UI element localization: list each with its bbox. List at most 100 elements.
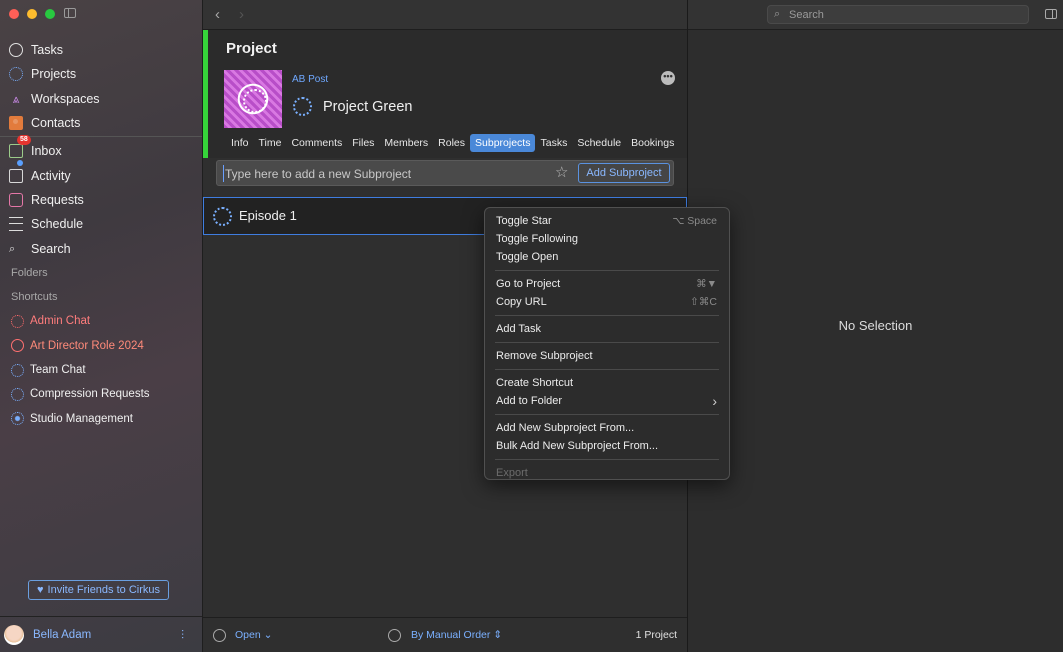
user-bar: Bella Adam ⫶ xyxy=(0,616,202,652)
page-title: Project xyxy=(226,40,277,57)
menu-item-add-new-subproject-from[interactable]: Add New Subproject From... xyxy=(485,419,729,437)
filter-icon[interactable] xyxy=(213,629,226,642)
minimize-window-button[interactable] xyxy=(27,9,37,19)
menu-item-toggle-star[interactable]: Toggle Star ⌥ Space xyxy=(485,212,729,230)
search-input[interactable] xyxy=(789,7,1019,22)
search-box: ⌕ xyxy=(767,5,1029,24)
tab-roles[interactable]: Roles xyxy=(433,134,470,152)
circle-icon xyxy=(11,339,24,353)
status-filter-dropdown[interactable]: Open ⌄ xyxy=(235,629,272,641)
sidebar-item-projects[interactable]: Projects xyxy=(0,62,202,86)
menu-item-go-to-project[interactable]: Go to Project ⌘▼ xyxy=(485,275,729,293)
shortcut-compression-requests[interactable]: Compression Requests xyxy=(0,382,202,406)
shortcut-admin-chat[interactable]: Admin Chat xyxy=(0,309,202,333)
menu-item-label: Toggle Following xyxy=(496,233,578,245)
menu-item-copy-url[interactable]: Copy URL ⇧⌘C xyxy=(485,293,729,311)
tab-tasks[interactable]: Tasks xyxy=(535,134,572,152)
sort-dropdown[interactable]: By Manual Order ⇕ xyxy=(411,629,502,641)
tab-bookings[interactable]: Bookings xyxy=(626,134,679,152)
star-icon[interactable]: ☆ xyxy=(555,165,568,181)
inspector-toggle-icon[interactable] xyxy=(1045,9,1057,19)
menu-item-bulk-add-subproject-from[interactable]: Bulk Add New Subproject From... xyxy=(485,437,729,455)
invite-friends-button[interactable]: ♥ Invite Friends to Cirkus xyxy=(28,580,169,600)
shortcut-label: Admin Chat xyxy=(30,315,91,328)
sidebar-item-label: Projects xyxy=(31,67,77,82)
sliders-icon[interactable]: ⫶ xyxy=(181,629,193,641)
sidebar-item-contacts[interactable]: Contacts xyxy=(0,111,202,135)
sidebar-toggle-icon[interactable] xyxy=(64,8,76,18)
sidebar-item-label: Schedule xyxy=(31,217,84,232)
menu-item-create-shortcut[interactable]: Create Shortcut xyxy=(485,374,729,392)
sidebar: Tasks Projects ⩓ Workspaces Contacts 58 … xyxy=(0,0,203,652)
menu-item-export: Export xyxy=(485,464,729,482)
search-icon: ⌕ xyxy=(774,8,781,20)
tab-files[interactable]: Files xyxy=(347,134,379,152)
user-name[interactable]: Bella Adam xyxy=(33,629,91,641)
menu-divider xyxy=(495,459,719,460)
menu-item-add-task[interactable]: Add Task xyxy=(485,320,729,338)
search-icon: ⌕ xyxy=(9,242,16,255)
dotted-circle-icon[interactable] xyxy=(293,97,312,116)
menu-item-label: Add New Subproject From... xyxy=(496,422,635,434)
shortcut-team-chat[interactable]: Team Chat xyxy=(0,358,202,382)
shortcut-art-director-role[interactable]: Art Director Role 2024 xyxy=(0,334,202,358)
sidebar-nav: Tasks Projects ⩓ Workspaces Contacts 58 … xyxy=(0,38,202,431)
sidebar-item-tasks[interactable]: Tasks xyxy=(0,38,202,62)
menu-item-toggle-following[interactable]: Toggle Following xyxy=(485,230,729,248)
back-icon[interactable]: ‹ xyxy=(215,6,220,23)
requests-icon xyxy=(9,192,23,207)
inbox-icon xyxy=(9,144,23,159)
tab-schedule[interactable]: Schedule xyxy=(572,134,626,152)
context-menu: Toggle Star ⌥ Space Toggle Following Tog… xyxy=(484,207,730,480)
sort-icon[interactable] xyxy=(388,629,401,642)
shortcut-label: Studio Management xyxy=(30,412,133,425)
menu-divider xyxy=(495,369,719,370)
sidebar-item-inbox[interactable]: 58 Inbox xyxy=(0,135,202,163)
tab-info[interactable]: Info xyxy=(226,134,254,152)
avatar[interactable] xyxy=(4,624,24,645)
menu-item-shortcut: ⌥ Space xyxy=(672,215,717,227)
sidebar-item-search[interactable]: ⌕ Search xyxy=(0,236,202,260)
menu-item-label: Copy URL xyxy=(496,296,547,308)
menu-divider xyxy=(495,342,719,343)
menu-item-shortcut: ⇧⌘C xyxy=(690,296,717,308)
maximize-window-button[interactable] xyxy=(45,9,55,19)
menu-item-label: Add Task xyxy=(496,323,542,335)
sidebar-item-requests[interactable]: Requests xyxy=(0,188,202,212)
shortcut-label: Team Chat xyxy=(30,364,86,376)
tab-members[interactable]: Members xyxy=(379,134,433,152)
sidebar-item-schedule[interactable]: Schedule xyxy=(0,212,202,236)
project-thumbnail[interactable] xyxy=(224,70,282,128)
shortcut-studio-management[interactable]: Studio Management xyxy=(0,406,202,430)
menu-item-label: Add to Folder xyxy=(496,395,563,407)
tab-time[interactable]: Time xyxy=(254,134,287,152)
sidebar-item-label: Requests xyxy=(31,192,84,207)
add-subproject-button[interactable]: Add Subproject xyxy=(578,163,670,183)
dotted-circle-icon[interactable] xyxy=(213,207,232,226)
shortcut-label: Art Director Role 2024 xyxy=(30,339,144,352)
sidebar-item-label: Search xyxy=(31,241,71,256)
chevron-right-icon: › xyxy=(712,393,717,409)
shortcut-label: Compression Requests xyxy=(30,388,150,401)
sidebar-item-activity[interactable]: Activity xyxy=(0,160,202,187)
menu-item-label: Go to Project xyxy=(496,278,561,290)
sidebar-item-label: Workspaces xyxy=(31,91,100,106)
menu-item-add-to-folder[interactable]: Add to Folder › xyxy=(485,392,729,410)
menu-item-remove-subproject[interactable]: Remove Subproject xyxy=(485,347,729,365)
heart-icon: ♥ xyxy=(36,584,44,596)
status-filter-label: Open xyxy=(235,629,261,641)
gear-icon xyxy=(11,412,24,426)
project-name[interactable]: Project Green xyxy=(323,99,412,115)
more-options-button[interactable]: ••• xyxy=(661,71,675,85)
close-window-button[interactable] xyxy=(9,9,19,19)
forward-icon[interactable]: › xyxy=(239,6,244,23)
sidebar-item-workspaces[interactable]: ⩓ Workspaces xyxy=(0,87,202,111)
menu-divider xyxy=(495,414,719,415)
sidebar-item-label: Tasks xyxy=(31,43,63,58)
tab-comments[interactable]: Comments xyxy=(286,134,347,152)
new-subproject-input[interactable] xyxy=(223,165,543,182)
menu-item-toggle-open[interactable]: Toggle Open xyxy=(485,248,729,266)
empty-state: No Selection xyxy=(838,318,913,333)
tab-subprojects[interactable]: Subprojects xyxy=(470,134,536,152)
workspace-link[interactable]: AB Post xyxy=(292,74,328,85)
